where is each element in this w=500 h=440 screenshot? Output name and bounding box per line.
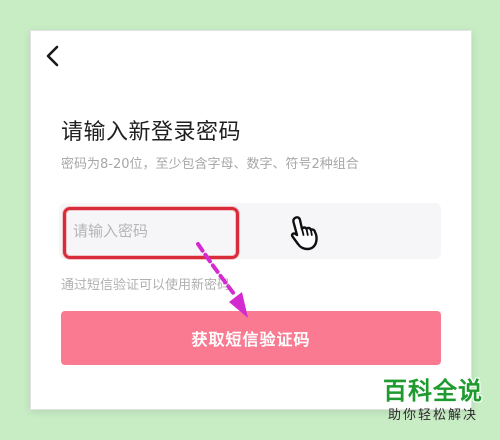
password-input[interactable] (67, 211, 233, 251)
get-sms-code-button[interactable]: 获取短信验证码 (61, 311, 441, 365)
password-field-container (59, 203, 441, 259)
reset-password-card: 请输入新登录密码 密码为8-20位，至少包含字母、数字、符号2种组合 通过短信验… (30, 30, 472, 410)
back-button[interactable] (40, 41, 66, 71)
page-title: 请输入新登录密码 (61, 120, 242, 145)
password-rule-text: 密码为8-20位，至少包含字母、数字、符号2种组合 (61, 157, 359, 172)
sms-hint-link[interactable]: 通过短信验证可以使用新密码 (61, 274, 230, 293)
chevron-left-icon (46, 45, 59, 67)
